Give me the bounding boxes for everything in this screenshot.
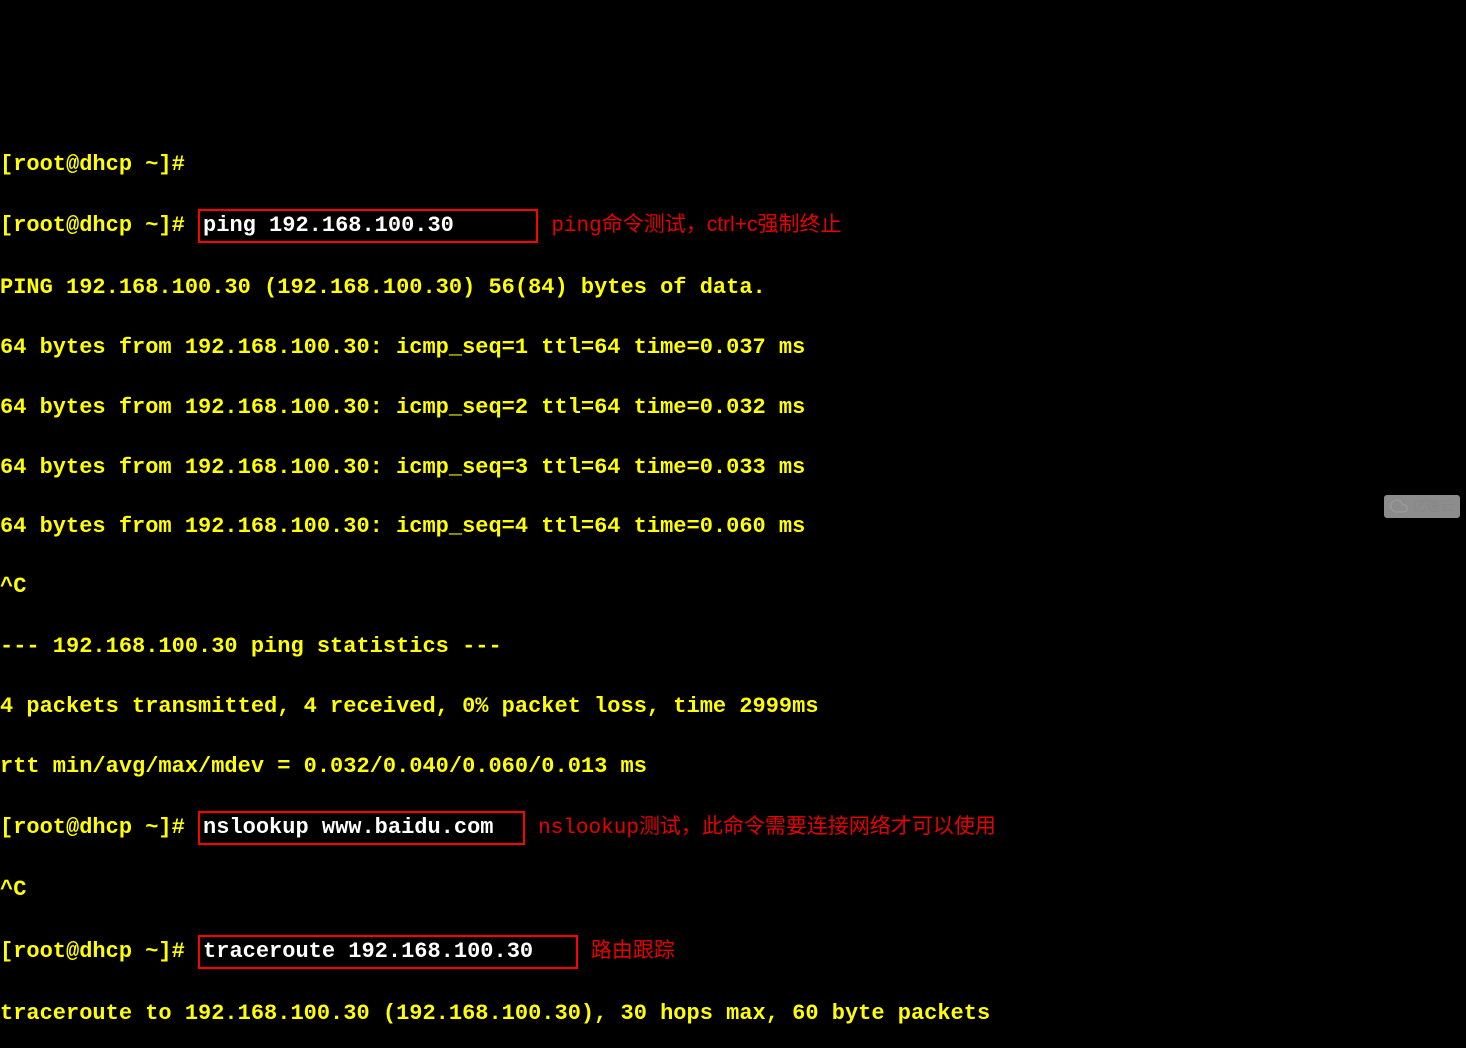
annotation-nslookup: 测试，此命令需要连接网络才可以使用 xyxy=(639,815,996,838)
highlight-ping-command: ping 192.168.100.30 xyxy=(198,209,538,243)
watermark: 亿速云 xyxy=(1384,495,1460,518)
traceroute-output: traceroute to 192.168.100.30 (192.168.10… xyxy=(0,999,1466,1029)
ping-reply: 64 bytes from 192.168.100.30: icmp_seq=2… xyxy=(0,393,1466,423)
highlight-traceroute-command: traceroute 192.168.100.30 xyxy=(198,935,578,969)
ctrl-c: ^C xyxy=(0,572,1466,602)
watermark-text: 亿速云 xyxy=(1412,497,1454,516)
ping-header: PING 192.168.100.30 (192.168.100.30) 56(… xyxy=(0,273,1466,303)
highlight-nslookup-command: nslookup www.baidu.com xyxy=(198,811,525,845)
ping-stats-line: rtt min/avg/max/mdev = 0.032/0.040/0.060… xyxy=(0,752,1466,782)
terminal[interactable]: [root@dhcp ~]# [root@dhcp ~]# ping 192.1… xyxy=(0,120,1466,1048)
ping-stats-header: --- 192.168.100.30 ping statistics --- xyxy=(0,632,1466,662)
shell-prompt: [root@dhcp ~]# xyxy=(0,939,198,964)
cmd-traceroute: traceroute 192.168.100.30 xyxy=(203,939,533,964)
cmd-nslookup: nslookup www.baidu.com xyxy=(203,815,493,840)
annotation-nslookup-prefix: nslookup xyxy=(538,817,639,840)
cloud-icon xyxy=(1390,497,1408,515)
ctrl-c: ^C xyxy=(0,875,1466,905)
ping-stats-line: 4 packets transmitted, 4 received, 0% pa… xyxy=(0,692,1466,722)
shell-prompt: [root@dhcp ~]# xyxy=(0,815,198,840)
annotation-ping: 命令测试，ctrl+c强制终止 xyxy=(602,213,842,236)
ping-reply: 64 bytes from 192.168.100.30: icmp_seq=4… xyxy=(0,512,1466,542)
shell-prompt: [root@dhcp ~]# xyxy=(0,152,185,177)
ping-reply: 64 bytes from 192.168.100.30: icmp_seq=3… xyxy=(0,453,1466,483)
cmd-ping: ping 192.168.100.30 xyxy=(203,213,454,238)
shell-prompt: [root@dhcp ~]# xyxy=(0,213,198,238)
ping-reply: 64 bytes from 192.168.100.30: icmp_seq=1… xyxy=(0,333,1466,363)
annotation-ping-prefix: ping xyxy=(551,215,601,238)
annotation-traceroute: 路由跟踪 xyxy=(591,939,675,962)
